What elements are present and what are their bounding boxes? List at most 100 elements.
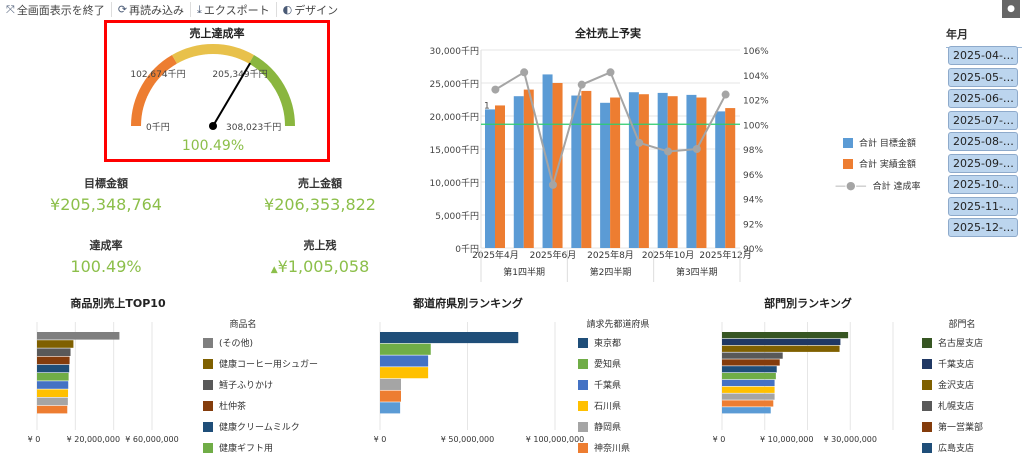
slicer-item[interactable]: 2025-10-… bbox=[948, 175, 1018, 194]
y-tick-label: 5,000千円 bbox=[435, 211, 479, 222]
legend-item[interactable]: 名古屋支店 bbox=[922, 336, 983, 349]
x-tick-label: 2025年6月 bbox=[530, 249, 577, 261]
legend-label: 千葉県 bbox=[594, 381, 622, 391]
ranking-bar bbox=[380, 355, 429, 367]
ranking-bar bbox=[37, 389, 69, 397]
ranking-bar bbox=[380, 343, 431, 355]
legend-label: 合計 目標金額 bbox=[859, 139, 916, 149]
ranking-bar bbox=[37, 405, 68, 414]
bar-actual bbox=[725, 108, 736, 248]
legend-label: 合計 実績金額 bbox=[859, 160, 916, 170]
ranking-bar bbox=[380, 367, 429, 379]
slicer-item[interactable]: 2025-11-… bbox=[948, 196, 1018, 216]
bar-actual bbox=[667, 96, 678, 248]
rate-point bbox=[606, 68, 615, 77]
bar-actual bbox=[610, 97, 621, 249]
ranking-bar bbox=[722, 379, 775, 387]
slicer-item[interactable]: 2025-06-… bbox=[948, 89, 1018, 108]
legend-item[interactable]: 健康クリームミルク bbox=[203, 420, 300, 433]
y2-tick-label: 92% bbox=[743, 220, 763, 230]
slicer-item[interactable]: 2025-05-… bbox=[948, 67, 1018, 87]
legend-swatch bbox=[203, 421, 213, 432]
ranking-bar bbox=[722, 400, 774, 407]
legend-item[interactable]: 石川県 bbox=[578, 399, 621, 412]
bar-actual bbox=[696, 97, 707, 249]
bar-actual bbox=[495, 105, 505, 248]
ranking-bar bbox=[722, 338, 841, 346]
x-tick-label: 2025年10月 bbox=[642, 249, 694, 261]
legend-label: 神奈川県 bbox=[594, 444, 631, 454]
legend-item[interactable]: 金沢支店 bbox=[922, 378, 974, 391]
legend-item[interactable]: 広島支店 bbox=[922, 441, 974, 454]
rate-point bbox=[635, 138, 644, 147]
y2-tick-label: 106% bbox=[743, 47, 769, 57]
rate-point bbox=[577, 80, 586, 89]
legend-title: 部門名 bbox=[948, 320, 976, 330]
legend-swatch bbox=[203, 379, 213, 390]
legend-label: 鱈子ふりかけ bbox=[219, 381, 274, 391]
bar-chart-title: 都道府県別ランキング bbox=[412, 296, 523, 310]
legend-item[interactable]: 愛知県 bbox=[578, 357, 621, 370]
ranking-bar bbox=[37, 397, 68, 406]
legend-swatch bbox=[922, 400, 932, 411]
x-tick-label: ¥ 0 bbox=[713, 435, 726, 444]
slicer-item[interactable]: 2025-08-… bbox=[948, 132, 1018, 151]
legend-item[interactable]: 杜仲茶 bbox=[203, 399, 246, 412]
ranking-bar bbox=[722, 359, 780, 366]
y-tick-label: 10,000千円 bbox=[430, 178, 480, 189]
legend-item[interactable]: 鱈子ふりかけ bbox=[203, 378, 273, 391]
legend-label: 杜仲茶 bbox=[219, 402, 247, 412]
x-tick-label: ¥ 50,000,000 bbox=[441, 435, 494, 444]
legend-item[interactable]: (その他) bbox=[203, 336, 253, 349]
x-tick-label: ¥ 100,000,000 bbox=[526, 435, 585, 444]
legend-item[interactable]: 静岡県 bbox=[578, 420, 621, 433]
ranking-bar bbox=[722, 352, 783, 359]
legend-item[interactable]: 千葉県 bbox=[578, 378, 621, 391]
y2-tick-label: 104% bbox=[743, 72, 769, 82]
legend-item-rate[interactable]: —●— 合計 達成率 bbox=[835, 179, 920, 192]
legend-swatch bbox=[922, 379, 932, 390]
ranking-bar bbox=[722, 373, 776, 380]
legend-swatch bbox=[843, 158, 853, 169]
bar-chart-title: 部門別ランキング bbox=[764, 296, 852, 310]
slicer-item[interactable]: 2025-04-… bbox=[948, 46, 1018, 65]
slicer-title: 年月 bbox=[946, 26, 1022, 48]
ranking-bar bbox=[37, 381, 69, 389]
quarter-label: 第2四半期 bbox=[590, 266, 632, 278]
legend-item[interactable]: 神奈川県 bbox=[578, 441, 630, 454]
legend-item[interactable]: 健康コーヒー用シュガー bbox=[203, 357, 318, 370]
slicer-item[interactable]: 2025-12-… bbox=[948, 218, 1018, 237]
legend-line-marker-icon: —●— bbox=[835, 179, 867, 192]
legend-item[interactable]: 千葉支店 bbox=[922, 357, 974, 370]
legend-item-target[interactable]: 合計 目標金額 bbox=[843, 136, 916, 149]
legend-item[interactable]: 健康ギフト用 bbox=[203, 441, 273, 454]
bar-actual bbox=[523, 89, 534, 248]
x-tick-label: ¥ 20,000,000 bbox=[67, 435, 120, 444]
main-chart-title: 全社売上予実 bbox=[574, 26, 641, 40]
y2-tick-label: 94% bbox=[743, 196, 763, 206]
bar-target bbox=[715, 111, 726, 248]
rate-point bbox=[692, 145, 701, 153]
legend-item[interactable]: 第一営業部 bbox=[922, 420, 983, 433]
legend-label: 金沢支店 bbox=[938, 381, 975, 391]
legend-item[interactable]: 東京都 bbox=[578, 336, 621, 349]
x-tick-label: 2025年8月 bbox=[587, 249, 634, 261]
ranking-bar bbox=[722, 345, 840, 352]
legend-item[interactable]: 札幌支店 bbox=[922, 399, 974, 412]
y-tick-label: 25,000千円 bbox=[430, 79, 480, 90]
rate-point bbox=[548, 180, 557, 189]
legend-item-actual[interactable]: 合計 実績金額 bbox=[843, 157, 916, 170]
slicer-item[interactable]: 2025-09-… bbox=[948, 153, 1018, 173]
ranking-bar bbox=[37, 340, 74, 348]
legend-label: 石川県 bbox=[594, 402, 622, 412]
ranking-bar bbox=[722, 366, 777, 373]
slicer-item[interactable]: 2025-07-… bbox=[948, 110, 1018, 130]
y2-tick-label: 96% bbox=[743, 171, 763, 181]
legend-label: 名古屋支店 bbox=[938, 339, 984, 349]
rate-point bbox=[520, 68, 529, 77]
legend-swatch bbox=[578, 442, 588, 453]
x-tick-label: ¥ 30,000,000 bbox=[824, 435, 877, 444]
ranking-bar bbox=[37, 364, 70, 373]
ranking-bar bbox=[37, 332, 120, 340]
bar-target bbox=[628, 92, 639, 249]
